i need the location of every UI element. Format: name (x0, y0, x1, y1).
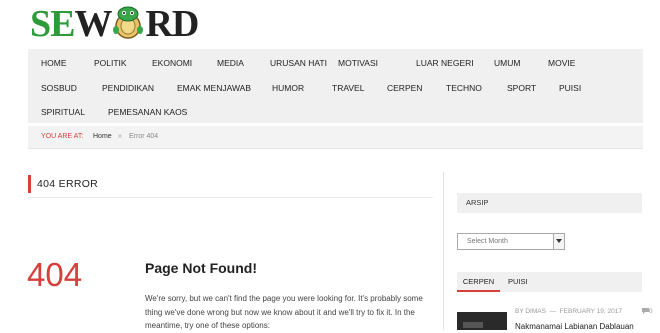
sidebar-divider (443, 172, 444, 330)
error-code: 404 (27, 256, 83, 293)
meta-dash: — (549, 308, 557, 315)
nav-item-ekonomi[interactable]: EKONOMI (152, 58, 192, 68)
main-navigation: HOME POLITIK EKONOMI MEDIA URUSAN HATI M… (28, 49, 643, 123)
nav-item-luar-negeri[interactable]: LUAR NEGERI (416, 58, 474, 68)
logo-text-w: W (74, 3, 112, 45)
nav-item-travel[interactable]: TRAVEL (332, 83, 364, 93)
nav-item-puisi[interactable]: PUISI (559, 83, 581, 93)
post-comment-count[interactable]: 0 (649, 308, 653, 315)
breadcrumb-label: YOU ARE AT: (41, 133, 84, 140)
archive-month-select[interactable]: Select Month (457, 233, 565, 250)
post-author[interactable]: BY DIMAS (515, 308, 546, 315)
breadcrumb-separator: » (118, 133, 122, 140)
breadcrumb-current: Error 404 (129, 133, 159, 140)
archive-title: ARSIP (466, 198, 489, 207)
site-logo[interactable]: SEW RD (30, 2, 199, 46)
breadcrumb-home-link[interactable]: Home (93, 126, 112, 148)
nav-item-politik[interactable]: POLITIK (94, 58, 127, 68)
nav-item-pendidikan[interactable]: PENDIDIKAN (102, 83, 154, 93)
page-title: 404 ERROR (37, 178, 99, 190)
header-divider (28, 148, 643, 149)
nav-item-cerpen[interactable]: CERPEN (387, 83, 422, 93)
nav-item-sport[interactable]: SPORT (507, 83, 536, 93)
tab-puisi[interactable]: PUISI (508, 272, 528, 292)
nav-item-home[interactable]: HOME (41, 58, 67, 68)
nav-item-umum[interactable]: UMUM (494, 58, 520, 68)
nav-item-movie[interactable]: MOVIE (548, 58, 575, 68)
dropdown-arrow-icon[interactable] (553, 234, 564, 249)
heading-underline (28, 197, 433, 198)
logo-text-rd: RD (145, 3, 199, 45)
tab-cerpen[interactable]: CERPEN (457, 272, 500, 292)
nav-item-sosbud[interactable]: SOSBUD (41, 83, 77, 93)
archive-widget-title: ARSIP (457, 193, 642, 213)
nav-item-spiritual[interactable]: SPIRITUAL (41, 107, 85, 117)
nav-item-techno[interactable]: TECHNO (446, 83, 482, 93)
turtle-logo-icon (113, 6, 144, 39)
post-meta: BY DIMAS — FEBRUARY 19, 2017 0 (515, 308, 652, 315)
nav-item-urusan-hati[interactable]: URUSAN HATI (270, 58, 327, 68)
nav-item-humor[interactable]: HUMOR (272, 83, 304, 93)
breadcrumb: YOU ARE AT: Home » Error 404 (28, 126, 643, 148)
sidebar-tabs: CERPEN PUISI (457, 272, 642, 292)
nav-item-emak-menjawab[interactable]: EMAK MENJAWAB (177, 83, 251, 93)
nav-item-motivasi[interactable]: MOTIVASI (338, 58, 378, 68)
heading-accent-bar (28, 175, 31, 193)
comment-icon (641, 308, 649, 314)
nav-item-pemesanan-kaos[interactable]: PEMESANAN KAOS (108, 107, 187, 117)
post-date: FEBRUARY 19, 2017 (559, 308, 622, 315)
post-thumbnail[interactable] (457, 312, 507, 330)
not-found-title: Page Not Found! (145, 260, 257, 276)
archive-select-value: Select Month (467, 238, 508, 245)
logo-text-se: SE (30, 3, 75, 45)
not-found-text: We're sorry, but we can't find the page … (145, 294, 423, 330)
nav-item-media[interactable]: MEDIA (217, 58, 244, 68)
